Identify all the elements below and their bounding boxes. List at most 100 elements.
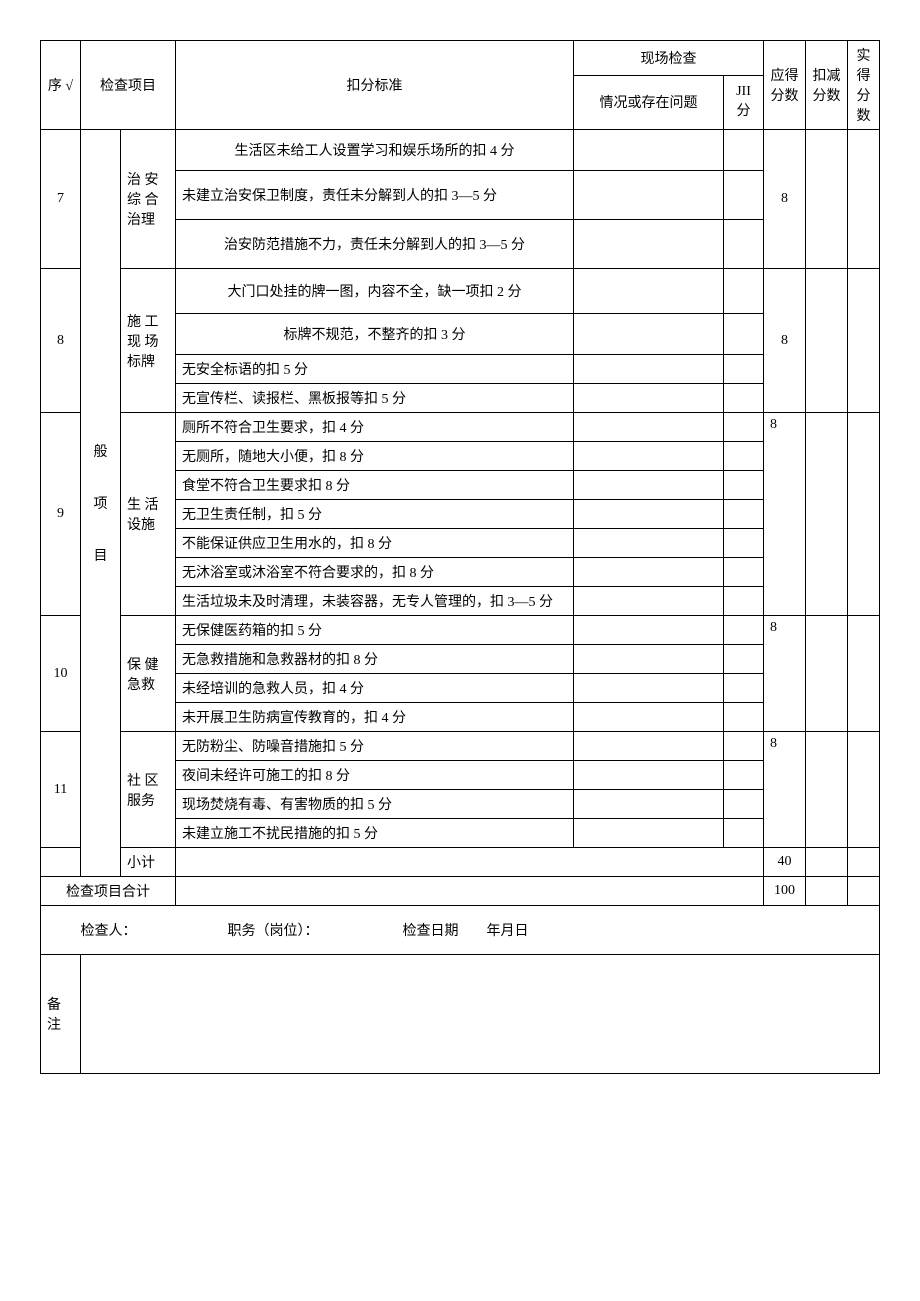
std-cell: 夜间未经许可施工的扣 8 分 [176,761,574,790]
situation-cell [574,819,724,848]
std-cell: 食堂不符合卫生要求扣 8 分 [176,471,574,500]
signature-row: 检查人： 职务（岗位）： 检查日期 年月日 [41,906,880,955]
situation-cell [574,732,724,761]
sub-11: 社 区 服务 [121,732,176,848]
jfen-cell [724,819,764,848]
std-cell: 无沐浴室或沐浴室不符合要求的，扣 8 分 [176,558,574,587]
sd-cell [848,413,880,616]
empty-cell [848,877,880,906]
subtotal-label: 小计 [121,848,176,877]
table-row: 8 施 工 现 场 标牌 大门口处挂的牌一图，内容不全，缺一项扣 2 分 8 [41,269,880,314]
sub-10: 保 健 急救 [121,616,176,732]
yd-10: 8 [764,616,806,732]
empty-cell [176,877,764,906]
situation-cell [574,529,724,558]
header-row: 序 √ 检查项目 扣分标准 现场检查 应得分数 扣减分数 实得分数 [41,41,880,76]
situation-cell [574,171,724,220]
inspection-table: 序 √ 检查项目 扣分标准 现场检查 应得分数 扣减分数 实得分数 情况或存在问… [40,40,880,1074]
sd-cell [848,269,880,413]
sd-cell [848,732,880,848]
kj-cell [806,616,848,732]
std-cell: 无保健医药箱的扣 5 分 [176,616,574,645]
situation-cell [574,645,724,674]
sub-8: 施 工 现 场 标牌 [121,269,176,413]
std-cell: 大门口处挂的牌一图，内容不全，缺一项扣 2 分 [176,269,574,314]
subtotal-yd: 40 [764,848,806,877]
jfen-cell [724,355,764,384]
hdr-sitecheck: 现场检查 [574,41,764,76]
table-row: 11 社 区 服务 无防粉尘、防噪音措施扣 5 分 8 [41,732,880,761]
seq-8: 8 [41,269,81,413]
kj-cell [806,269,848,413]
std-cell: 标牌不规范，不整齐的扣 3 分 [176,314,574,355]
situation-cell [574,761,724,790]
std-cell: 无厕所，随地大小便，扣 8 分 [176,442,574,471]
std-cell: 治安防范措施不力，责任未分解到人的扣 3—5 分 [176,220,574,269]
sd-cell [848,130,880,269]
sub-7: 治 安 综 合 治理 [121,130,176,269]
situation-cell [574,384,724,413]
seq-7: 7 [41,130,81,269]
jfen-cell [724,732,764,761]
hdr-item: 检查项目 [81,41,176,130]
std-cell: 无防粉尘、防噪音措施扣 5 分 [176,732,574,761]
hdr-kj: 扣减分数 [806,41,848,130]
subtotal-row: 小计 40 [41,848,880,877]
situation-cell [574,790,724,819]
table-row: 7 般 项 目 治 安 综 合 治理 生活区未给工人设置学习和娱乐场所的扣 4 … [41,130,880,171]
jfen-cell [724,674,764,703]
jfen-cell [724,790,764,819]
signature-cell: 检查人： 职务（岗位）： 检查日期 年月日 [41,906,880,955]
total-label: 检查项目合计 [41,877,176,906]
jfen-cell [724,442,764,471]
situation-cell [574,674,724,703]
jfen-cell [724,529,764,558]
jfen-cell [724,171,764,220]
total-row: 检查项目合计 100 [41,877,880,906]
situation-cell [574,558,724,587]
jfen-cell [724,587,764,616]
hdr-jfen: JII 分 [724,75,764,129]
empty-cell [806,848,848,877]
situation-cell [574,314,724,355]
std-cell: 生活区未给工人设置学习和娱乐场所的扣 4 分 [176,130,574,171]
situation-cell [574,355,724,384]
jfen-cell [724,703,764,732]
remark-row: 备注 [41,955,880,1074]
date-label: 检查日期 [403,924,459,939]
yd-8: 8 [764,269,806,413]
situation-cell [574,587,724,616]
jfen-cell [724,645,764,674]
hdr-seq: 序 √ [41,41,81,130]
std-cell: 未建立治安保卫制度，责任未分解到人的扣 3—5 分 [176,171,574,220]
table-row: 9 生 活 设施 厕所不符合卫生要求，扣 4 分 8 [41,413,880,442]
jfen-cell [724,471,764,500]
std-cell: 生活垃圾未及时清理，未装容器，无专人管理的，扣 3—5 分 [176,587,574,616]
total-yd: 100 [764,877,806,906]
std-cell: 未开展卫生防病宣传教育的，扣 4 分 [176,703,574,732]
jfen-cell [724,500,764,529]
category-text-1: 般 [94,445,108,460]
situation-cell [574,413,724,442]
remark-label: 备注 [41,955,81,1074]
kj-cell [806,413,848,616]
situation-cell [574,616,724,645]
jfen-cell [724,413,764,442]
jfen-cell [724,220,764,269]
std-cell: 未建立施工不扰民措施的扣 5 分 [176,819,574,848]
empty-cell [176,848,764,877]
empty-cell [806,877,848,906]
jfen-cell [724,130,764,171]
category-text-2: 项 [94,497,108,512]
hdr-standard: 扣分标准 [176,41,574,130]
std-cell: 未经培训的急救人员，扣 4 分 [176,674,574,703]
std-cell: 无安全标语的扣 5 分 [176,355,574,384]
situation-cell [574,220,724,269]
hdr-situation: 情况或存在问题 [574,75,724,129]
kj-cell [806,732,848,848]
hdr-sd: 实得分数 [848,41,880,130]
seq-9: 9 [41,413,81,616]
std-cell: 无宣传栏、读报栏、黑板报等扣 5 分 [176,384,574,413]
std-cell: 不能保证供应卫生用水的，扣 8 分 [176,529,574,558]
jfen-cell [724,384,764,413]
